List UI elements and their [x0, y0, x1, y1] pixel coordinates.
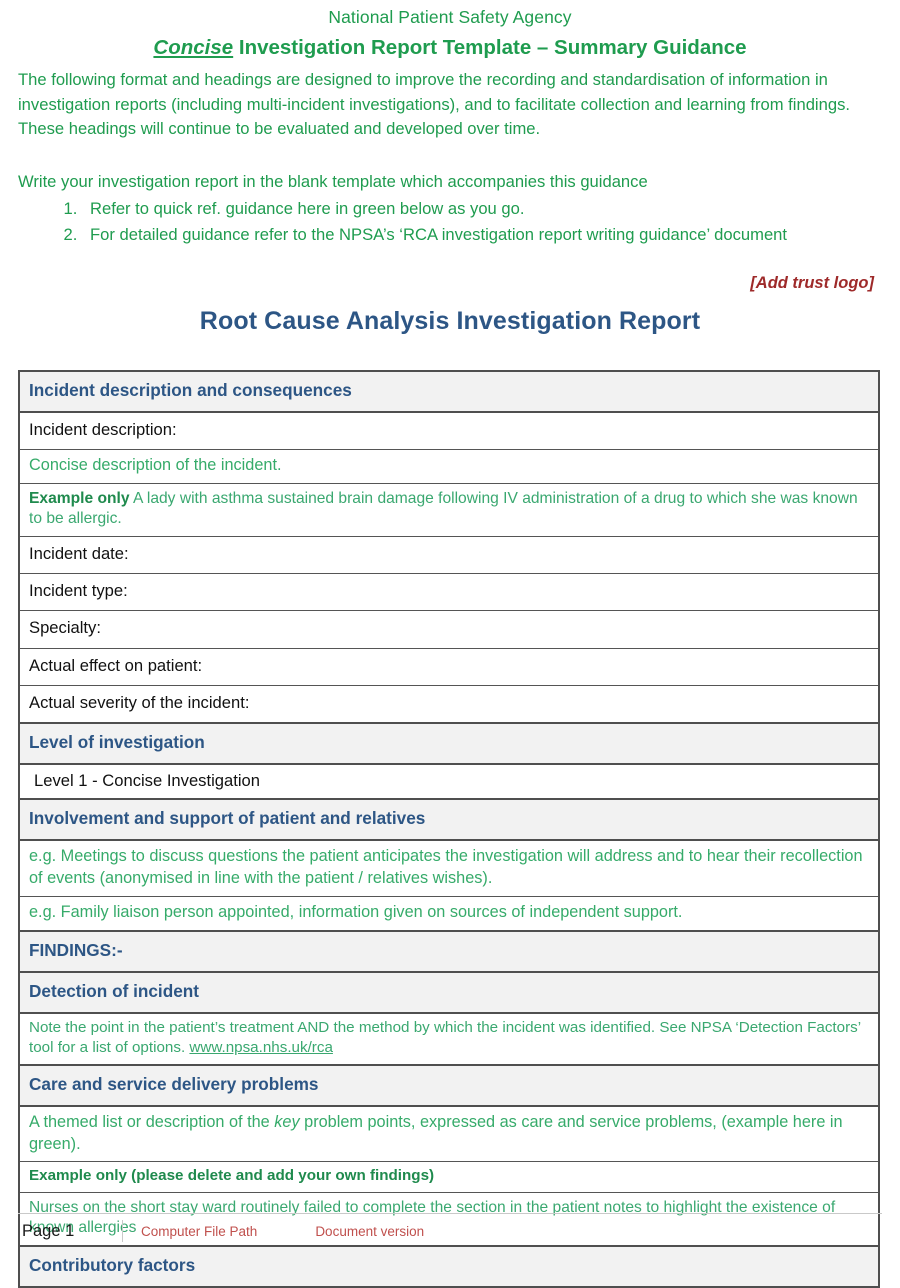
- guidance-title-emphasis: Concise: [153, 35, 234, 59]
- table-row: Actual severity of the incident:: [18, 684, 880, 724]
- field-level-value[interactable]: Level 1 - Concise Investigation: [18, 763, 880, 800]
- field-incident-description[interactable]: Incident description:: [18, 411, 880, 450]
- hint-involvement-1: e.g. Meetings to discuss questions the p…: [18, 839, 880, 898]
- guidance-title: Concise Investigation Report Template – …: [18, 34, 882, 63]
- footer-file-path: Computer File Path: [141, 1223, 258, 1239]
- example-incident-description: Example only A lady with asthma sustaine…: [18, 482, 880, 537]
- field-incident-date[interactable]: Incident date:: [18, 535, 880, 575]
- table-row: Involvement and support of patient and r…: [18, 798, 880, 842]
- section-header-care: Care and service delivery problems: [18, 1063, 880, 1107]
- table-row: Detection of incident: [18, 970, 880, 1015]
- page-title: Root Cause Analysis Investigation Report: [199, 306, 701, 335]
- footer-separator: [122, 1220, 123, 1242]
- guidance-write-line: Write your investigation report in the b…: [18, 172, 648, 192]
- guidance-list: Refer to quick ref. guidance here in gre…: [18, 197, 882, 248]
- section-header-detection: Detection of incident: [18, 970, 880, 1015]
- field-specialty[interactable]: Specialty:: [18, 610, 880, 649]
- hint-care-emphasis: key: [274, 1112, 300, 1131]
- table-row: Level 1 - Concise Investigation: [18, 763, 880, 800]
- document-page: National Patient Safety Agency Concise I…: [0, 0, 900, 1288]
- hint-detection-text: Note the point in the patient’s treatmen…: [29, 1019, 861, 1057]
- field-actual-effect[interactable]: Actual effect on patient:: [18, 647, 880, 686]
- list-item: For detailed guidance refer to the NPSA’…: [82, 223, 882, 248]
- section-header-incident: Incident description and consequences: [18, 369, 880, 413]
- example-only-label: Example only: [29, 489, 130, 507]
- table-row: A themed list or description of the key …: [18, 1105, 880, 1163]
- example-only-text: A lady with asthma sustained brain damag…: [29, 489, 858, 528]
- section-header-contributory: Contributory factors: [18, 1244, 880, 1288]
- table-row: Specialty:: [18, 610, 880, 649]
- care-example-label: Example only (please delete and add your…: [18, 1161, 880, 1193]
- footer-page-number: Page 1: [22, 1221, 75, 1240]
- table-row: Incident date:: [18, 535, 880, 575]
- field-actual-severity[interactable]: Actual severity of the incident:: [18, 684, 880, 724]
- table-row: FINDINGS:-: [18, 929, 880, 973]
- trust-logo-placeholder: [Add trust logo]: [750, 273, 874, 292]
- section-header-findings: FINDINGS:-: [18, 929, 880, 973]
- table-row: e.g. Meetings to discuss questions the p…: [18, 839, 880, 898]
- agency-name: National Patient Safety Agency: [328, 7, 572, 27]
- table-row: Care and service delivery problems: [18, 1063, 880, 1107]
- footer-document-version: Document version: [315, 1223, 425, 1239]
- list-item: Refer to quick ref. guidance here in gre…: [82, 197, 882, 222]
- table-row: Actual effect on patient:: [18, 647, 880, 686]
- care-example-label-text: Example only (please delete and add your…: [29, 1167, 435, 1185]
- npsa-rca-link[interactable]: www.npsa.nhs.uk/rca: [189, 1039, 333, 1056]
- table-row: Level of investigation: [18, 722, 880, 766]
- footer-divider: [18, 1213, 882, 1214]
- guidance-title-rest: Investigation Report Template – Summary …: [233, 35, 747, 59]
- table-row: Incident description:: [18, 411, 880, 450]
- section-header-involvement: Involvement and support of patient and r…: [18, 798, 880, 842]
- footer-row: Page 1 Computer File Path Document versi…: [18, 1220, 882, 1242]
- page-footer: Page 1 Computer File Path Document versi…: [18, 1213, 882, 1242]
- hint-care-pre: A themed list or description of the: [29, 1112, 275, 1131]
- hint-detection: Note the point in the patient’s treatmen…: [18, 1012, 880, 1066]
- table-row: Incident description and consequences: [18, 369, 880, 413]
- table-row: Incident type:: [18, 573, 880, 612]
- hint-care-problems: A themed list or description of the key …: [18, 1105, 880, 1163]
- hint-involvement-2: e.g. Family liaison person appointed, in…: [18, 896, 880, 932]
- table-row: Contributory factors: [18, 1244, 880, 1288]
- rca-report-table: Incident description and consequences In…: [18, 369, 880, 1288]
- guidance-paragraph: The following format and headings are de…: [18, 70, 850, 139]
- table-row: Example only (please delete and add your…: [18, 1161, 880, 1193]
- section-header-level: Level of investigation: [18, 722, 880, 766]
- table-row: Concise description of the incident.: [18, 448, 880, 484]
- table-row: Note the point in the patient’s treatmen…: [18, 1012, 880, 1066]
- table-row: Example only A lady with asthma sustaine…: [18, 482, 880, 537]
- hint-incident-description: Concise description of the incident.: [18, 448, 880, 484]
- table-row: e.g. Family liaison person appointed, in…: [18, 896, 880, 932]
- field-incident-type[interactable]: Incident type:: [18, 573, 880, 612]
